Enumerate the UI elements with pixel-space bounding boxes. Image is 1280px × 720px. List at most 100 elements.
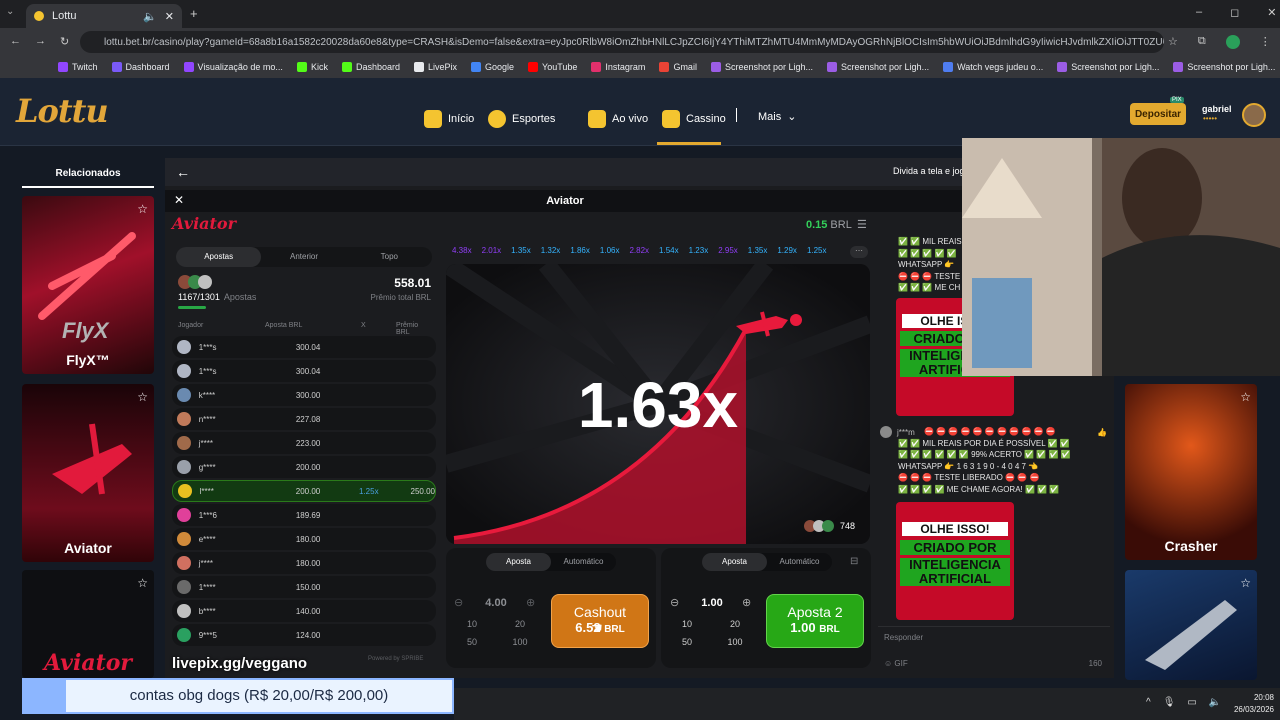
back-icon[interactable]: ← xyxy=(10,35,21,48)
bookmark-item[interactable]: Screenshot por Ligh... xyxy=(710,62,813,72)
nav-mais[interactable]: Mais ⌄ xyxy=(758,110,797,124)
quick-bet-10[interactable]: 10 xyxy=(672,619,702,629)
forward-icon[interactable]: → xyxy=(35,35,46,48)
tab-title: Lottu xyxy=(52,10,77,22)
table-row: k**** 300.00 xyxy=(172,384,436,406)
mute-icon[interactable]: 🔈 xyxy=(143,10,157,23)
tab-topo[interactable]: Topo xyxy=(347,247,432,267)
ball-icon xyxy=(488,110,506,128)
game-menu-icon[interactable]: ☰ xyxy=(857,218,867,231)
favorite-star-icon[interactable]: ☆ xyxy=(137,202,148,216)
nav-ao-vivo[interactable]: Ao vivo xyxy=(588,110,648,128)
favorite-star-icon[interactable]: ☆ xyxy=(1240,390,1251,404)
bookmark-item[interactable]: Screenshot por Ligh... xyxy=(827,62,929,72)
increase-icon[interactable]: ⊕ xyxy=(526,596,535,609)
tab-aposta[interactable]: Aposta xyxy=(486,553,551,571)
user-avatar[interactable] xyxy=(1242,103,1266,127)
site-logo[interactable]: Lottu xyxy=(16,92,109,130)
decrease-icon[interactable]: ⊖ xyxy=(454,596,463,609)
bookmark-item[interactable]: YouTube xyxy=(528,62,577,72)
bet-amount-2[interactable]: 1.00 xyxy=(686,597,738,609)
tab-apostas[interactable]: Apostas xyxy=(176,247,262,267)
player-avatar xyxy=(177,580,191,594)
back-arrow-icon[interactable]: ← xyxy=(176,164,190,180)
like-icon[interactable]: 👍 xyxy=(1097,428,1107,437)
bookmark-item[interactable]: Dashboard xyxy=(341,62,400,72)
bookmark-item[interactable]: Watch vegs judeu o... xyxy=(943,62,1043,72)
game-card-crasher[interactable]: ☆ Crasher xyxy=(1125,384,1257,560)
bookmark-item[interactable]: Dashboard xyxy=(111,62,170,72)
game-card-aviator[interactable]: ☆ Aviator xyxy=(22,384,154,562)
bookmark-item[interactable]: Twitch xyxy=(58,62,98,72)
rocket-art xyxy=(1145,600,1237,670)
tray-chevron-icon[interactable]: ^ xyxy=(1146,697,1151,708)
bet-amount-1[interactable]: 4.00 xyxy=(470,597,522,609)
bookmark-item[interactable]: Screenshot por Ligh... xyxy=(1057,62,1159,72)
emoji-icon[interactable]: ☺ GIF xyxy=(884,659,908,668)
remove-panel-icon[interactable]: ⊟ xyxy=(850,556,858,567)
speaker-icon[interactable]: 🔈 xyxy=(1209,697,1221,708)
game-card-aviator-2[interactable]: ☆ Aviator xyxy=(22,570,154,678)
username[interactable]: gabriel xyxy=(1202,104,1232,114)
tab-aposta[interactable]: Aposta xyxy=(702,553,767,571)
bookmark-star-icon[interactable]: ☆ xyxy=(1168,35,1178,49)
url-input[interactable]: lottu.bet.br/casino/play?gameId=68a8b16a… xyxy=(80,31,1164,53)
reload-icon[interactable]: ↻ xyxy=(60,35,69,48)
monitor-icon[interactable]: ▭ xyxy=(1187,697,1196,708)
tab-search-icon[interactable]: ⌄ xyxy=(6,6,14,17)
new-tab-icon[interactable]: + xyxy=(190,6,198,21)
minimize-icon[interactable]: – xyxy=(1196,6,1202,19)
nav-cassino[interactable]: Cassino xyxy=(662,110,726,128)
quick-bet-10[interactable]: 10 xyxy=(457,619,487,629)
bet-2-button[interactable]: Aposta 2 1.00 BRL xyxy=(766,594,864,648)
total-prize-label: Prêmio total BRL xyxy=(370,293,431,302)
tab-anterior[interactable]: Anterior xyxy=(261,247,346,267)
extensions-icon[interactable]: ⧉ xyxy=(1198,35,1206,49)
maximize-icon[interactable]: ◻ xyxy=(1230,6,1239,19)
bets-label: Apostas xyxy=(223,292,257,302)
quick-bet-20[interactable]: 20 xyxy=(720,619,750,629)
bookmark-item[interactable]: Google xyxy=(471,62,514,72)
table-row: j**** 180.00 xyxy=(172,552,436,574)
game-card-rocket[interactable]: ☆ xyxy=(1125,570,1257,680)
bookmark-item[interactable]: Kick xyxy=(296,62,328,72)
browser-tab[interactable]: Lottu 🔈 ✕ xyxy=(26,4,182,28)
chevron-down-icon: ⌄ xyxy=(787,111,797,123)
table-row: g**** 200.00 xyxy=(172,456,436,478)
bookmark-item[interactable]: Visualização de mo... xyxy=(183,62,283,72)
increase-icon[interactable]: ⊕ xyxy=(742,596,751,609)
bookmark-item[interactable]: LivePix xyxy=(413,62,457,72)
tab-automatico[interactable]: Automático xyxy=(551,553,616,571)
quick-bet-20[interactable]: 20 xyxy=(505,619,535,629)
menu-icon[interactable]: ⋮ xyxy=(1260,35,1271,49)
quick-bet-100[interactable]: 100 xyxy=(505,637,535,647)
bookmark-label: Watch vegs judeu o... xyxy=(957,62,1044,72)
quick-bet-50[interactable]: 50 xyxy=(672,637,702,647)
close-window-icon[interactable]: ✕ xyxy=(1267,6,1276,19)
favorite-star-icon[interactable]: ☆ xyxy=(137,576,148,590)
deposit-button[interactable]: Depositar xyxy=(1130,103,1186,125)
tab-automatico[interactable]: Automático xyxy=(767,553,832,571)
chat-input-area[interactable]: Responder ☺ GIF 160 xyxy=(878,626,1110,674)
mic-icon[interactable]: 🎙 xyxy=(1163,697,1176,708)
history-multiplier: 1.32x xyxy=(540,246,561,255)
decrease-icon[interactable]: ⊖ xyxy=(670,596,679,609)
game-card-flyx[interactable]: FlyX ☆ FlyX™ xyxy=(22,196,154,374)
close-game-icon[interactable]: ✕ xyxy=(174,193,184,207)
nav-inicio[interactable]: Início xyxy=(424,110,474,128)
quick-bet-50[interactable]: 50 xyxy=(457,637,487,647)
total-prize-value: 558.01 xyxy=(394,276,431,290)
bookmark-label: Twitch xyxy=(72,62,98,72)
bookmark-item[interactable]: Instagram xyxy=(591,62,645,72)
quick-bet-100[interactable]: 100 xyxy=(720,637,750,647)
nav-esportes[interactable]: Esportes xyxy=(488,110,555,128)
bookmark-item[interactable]: Gmail xyxy=(659,62,697,72)
bookmark-item[interactable]: Screenshot por Ligh... xyxy=(1173,62,1275,72)
favorite-star-icon[interactable]: ☆ xyxy=(1240,576,1251,590)
bookmark-icon xyxy=(1057,62,1068,72)
history-more-icon[interactable]: ⋯ xyxy=(850,246,868,258)
profile-avatar[interactable] xyxy=(1225,35,1240,49)
favorite-star-icon[interactable]: ☆ xyxy=(137,390,148,404)
close-tab-icon[interactable]: ✕ xyxy=(165,10,174,23)
split-screen-label[interactable]: Divida a tela e jog xyxy=(893,166,965,176)
